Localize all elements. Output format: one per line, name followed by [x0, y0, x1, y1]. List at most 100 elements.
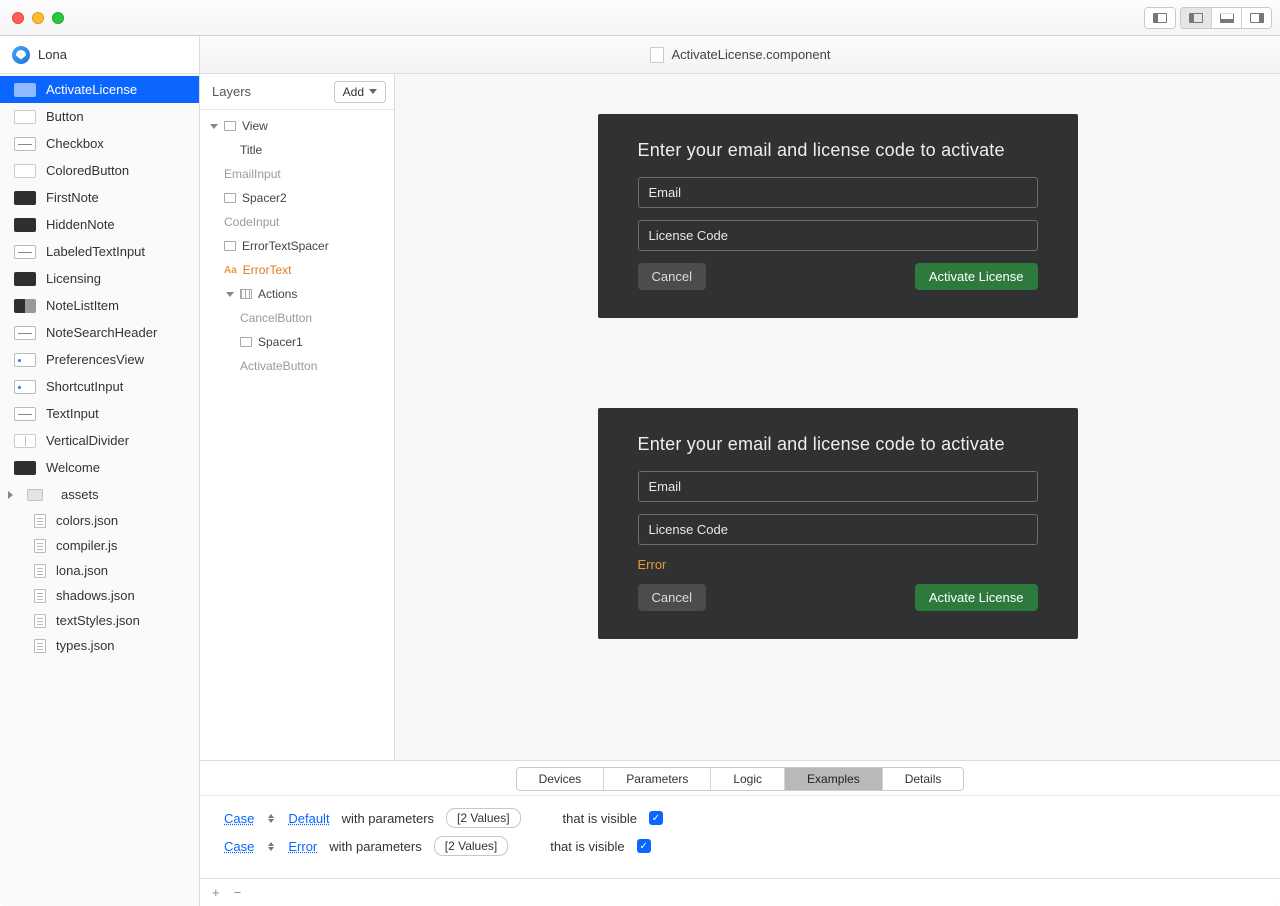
- visible-checkbox[interactable]: ✓: [649, 811, 663, 825]
- layers-panel: Layers Add View Title EmailInput Spacer2Cod…: [200, 74, 395, 760]
- cancel-button[interactable]: Cancel: [638, 263, 706, 290]
- layer-row[interactable]: EmailInput: [200, 162, 394, 186]
- sidebar-item-label: shadows.json: [56, 588, 135, 603]
- preview-card: Enter your email and license code to act…: [598, 408, 1078, 639]
- close-icon[interactable]: [12, 12, 24, 24]
- sidebar-item-firstnote[interactable]: FirstNote: [0, 184, 199, 211]
- box-icon: [224, 193, 236, 203]
- layer-label: View: [242, 119, 268, 133]
- file-icon: [34, 639, 46, 653]
- sidebar-item-checkbox[interactable]: Checkbox: [0, 130, 199, 157]
- layer-row[interactable]: AaErrorText: [200, 258, 394, 282]
- sidebar-file[interactable]: textStyles.json: [0, 608, 199, 633]
- component-thumb-icon: [14, 164, 36, 178]
- tab-devices[interactable]: Devices: [517, 768, 604, 790]
- sidebar-item-preferencesview[interactable]: PreferencesView: [0, 346, 199, 373]
- layer-label: ActivateButton: [240, 359, 317, 373]
- sidebar-item-licensing[interactable]: Licensing: [0, 265, 199, 292]
- remove-case-button[interactable]: −: [234, 885, 242, 900]
- document-header: ActivateLicense.component: [200, 36, 1280, 74]
- tab-logic[interactable]: Logic: [710, 768, 784, 790]
- sidebar-item-verticaldivider[interactable]: VerticalDivider: [0, 427, 199, 454]
- layer-row[interactable]: Spacer2: [200, 186, 394, 210]
- sidebar-item-label: NoteListItem: [46, 298, 119, 313]
- sidebar-item-coloredbutton[interactable]: ColoredButton: [0, 157, 199, 184]
- sidebar-item-label: ShortcutInput: [46, 379, 123, 394]
- activate-button[interactable]: Activate License: [915, 263, 1038, 290]
- license-code-field[interactable]: License Code: [638, 514, 1038, 545]
- sidebar-file[interactable]: types.json: [0, 633, 199, 658]
- layer-label: EmailInput: [224, 167, 281, 181]
- toggle-left-pane-button[interactable]: [1181, 8, 1211, 28]
- sidebar-item-hiddennote[interactable]: HiddenNote: [0, 211, 199, 238]
- layer-row[interactable]: Title: [200, 138, 394, 162]
- sidebar-item-label: Checkbox: [46, 136, 104, 151]
- sort-icon[interactable]: [268, 842, 274, 851]
- add-case-button[interactable]: +: [212, 885, 220, 900]
- sidebar-item-labeledtextinput[interactable]: LabeledTextInput: [0, 238, 199, 265]
- tab-details[interactable]: Details: [882, 768, 964, 790]
- layer-row[interactable]: View: [200, 114, 394, 138]
- case-row: CaseDefaultwith parameters[2 Values]that…: [224, 804, 1256, 832]
- values-pill[interactable]: [2 Values]: [434, 836, 508, 856]
- card-title: Enter your email and license code to act…: [638, 140, 1038, 161]
- layer-tree: View Title EmailInput Spacer2CodeInput Error…: [200, 110, 394, 760]
- layers-title: Layers: [212, 84, 251, 99]
- component-thumb-icon: [14, 299, 36, 313]
- component-thumb-icon: [14, 110, 36, 124]
- file-icon: [34, 539, 46, 553]
- activate-button[interactable]: Activate License: [915, 584, 1038, 611]
- sidebar-file[interactable]: shadows.json: [0, 583, 199, 608]
- app-title: Lona: [38, 47, 67, 62]
- titlebar: [0, 0, 1280, 36]
- footer-bar: + −: [200, 878, 1280, 906]
- layer-row[interactable]: CancelButton: [200, 306, 394, 330]
- toggle-bottom-pane-button[interactable]: [1211, 8, 1241, 28]
- component-thumb-icon: [14, 326, 36, 340]
- layer-row[interactable]: ActivateButton: [200, 354, 394, 378]
- values-pill[interactable]: [2 Values]: [446, 808, 520, 828]
- sidebar-file[interactable]: lona.json: [0, 558, 199, 583]
- component-thumb-icon: [14, 353, 36, 367]
- case-name[interactable]: Default: [288, 811, 329, 826]
- sidebar-item-shortcutinput[interactable]: ShortcutInput: [0, 373, 199, 400]
- sidebar-item-label: VerticalDivider: [46, 433, 129, 448]
- toggle-nav-pane-button[interactable]: [1145, 8, 1175, 28]
- file-icon: [34, 614, 46, 628]
- license-code-field[interactable]: License Code: [638, 220, 1038, 251]
- layer-row[interactable]: Actions: [200, 282, 394, 306]
- tab-parameters[interactable]: Parameters: [603, 768, 710, 790]
- layer-row[interactable]: ErrorTextSpacer: [200, 234, 394, 258]
- toggle-right-pane-button[interactable]: [1241, 8, 1271, 28]
- sidebar-item-label: ColoredButton: [46, 163, 129, 178]
- minimize-icon[interactable]: [32, 12, 44, 24]
- sidebar-item-welcome[interactable]: Welcome: [0, 454, 199, 481]
- sidebar-file[interactable]: compiler.js: [0, 533, 199, 558]
- add-layer-button[interactable]: Add: [334, 81, 386, 103]
- email-field[interactable]: Email: [638, 177, 1038, 208]
- chevron-down-icon: [369, 89, 377, 94]
- sidebar-item-label: lona.json: [56, 563, 108, 578]
- fullscreen-icon[interactable]: [52, 12, 64, 24]
- sidebar-file[interactable]: colors.json: [0, 508, 199, 533]
- layer-row[interactable]: Spacer1: [200, 330, 394, 354]
- sidebar-item-button[interactable]: Button: [0, 103, 199, 130]
- sidebar-item-textinput[interactable]: TextInput: [0, 400, 199, 427]
- case-keyword[interactable]: Case: [224, 811, 254, 826]
- sidebar-item-label: PreferencesView: [46, 352, 144, 367]
- tab-examples[interactable]: Examples: [784, 768, 882, 790]
- layer-label: ErrorTextSpacer: [242, 239, 329, 253]
- component-thumb-icon: [14, 407, 36, 421]
- sidebar-folder-assets[interactable]: assets: [0, 481, 199, 508]
- case-name[interactable]: Error: [288, 839, 317, 854]
- sidebar-item-notelistitem[interactable]: NoteListItem: [0, 292, 199, 319]
- sort-icon[interactable]: [268, 814, 274, 823]
- disclosure-triangle-icon: [8, 491, 13, 499]
- case-keyword[interactable]: Case: [224, 839, 254, 854]
- visible-checkbox[interactable]: ✓: [637, 839, 651, 853]
- layer-row[interactable]: CodeInput: [200, 210, 394, 234]
- cancel-button[interactable]: Cancel: [638, 584, 706, 611]
- email-field[interactable]: Email: [638, 471, 1038, 502]
- sidebar-item-activatelicense[interactable]: ActivateLicense: [0, 76, 199, 103]
- sidebar-item-notesearchheader[interactable]: NoteSearchHeader: [0, 319, 199, 346]
